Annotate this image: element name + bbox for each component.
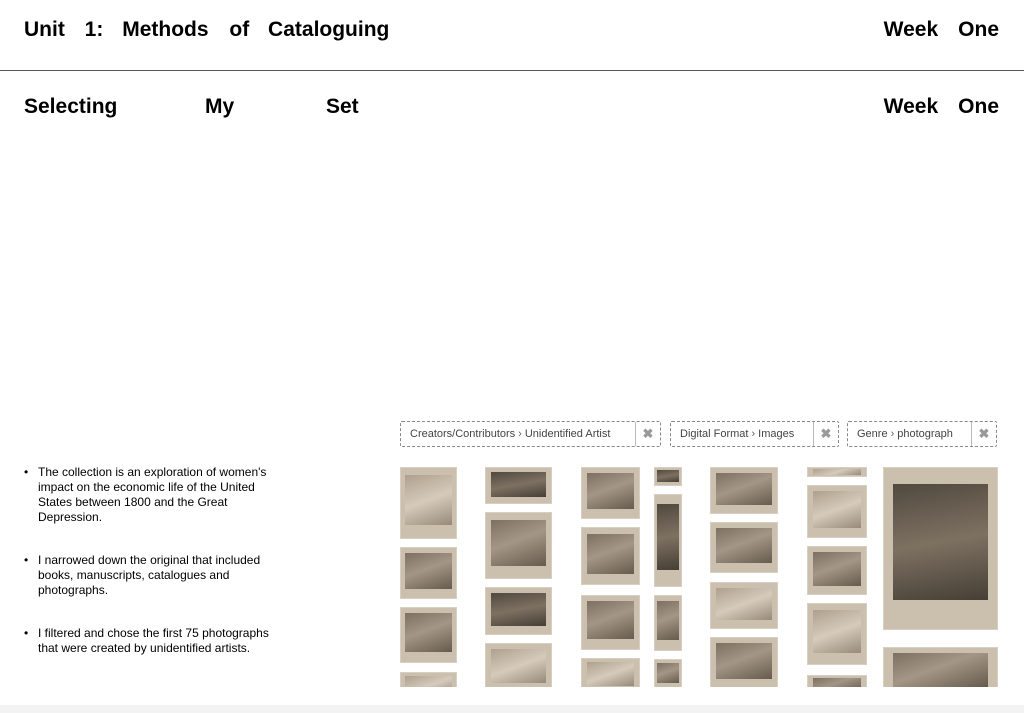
week-number-word: One xyxy=(958,18,999,41)
filter-chip-creators: Creators/Contributors › Unidentified Artis… xyxy=(400,421,661,447)
photo-thumbnail[interactable] xyxy=(581,658,640,687)
photo-thumbnail[interactable] xyxy=(807,675,867,687)
filter-field: Digital Format xyxy=(680,428,749,440)
unit-title-word: of xyxy=(229,18,250,41)
filter-chip-format: Digital Format › Images ✖ xyxy=(670,421,839,447)
photo-thumbnail[interactable] xyxy=(807,603,867,665)
close-icon[interactable]: ✖ xyxy=(971,422,996,446)
section-week-label: Week One xyxy=(884,95,999,119)
photo-thumbnail[interactable] xyxy=(581,595,640,650)
note-item: The collection is an exploration of wome… xyxy=(24,465,274,525)
photo-thumbnail[interactable] xyxy=(485,467,552,504)
unit-title-word: Cataloguing xyxy=(268,18,390,41)
chevron-right-icon: › xyxy=(518,428,522,440)
filter-chip-label: Genre › photograph xyxy=(848,428,961,440)
note-item: I narrowed down the original that includ… xyxy=(24,553,274,598)
photo-thumbnail[interactable] xyxy=(654,494,682,587)
photo-thumbnail[interactable] xyxy=(485,512,552,579)
filter-value: photograph xyxy=(897,428,953,440)
photo-thumbnail[interactable] xyxy=(807,546,867,595)
filter-field: Creators/Contributors xyxy=(410,428,516,440)
photo-thumbnail[interactable] xyxy=(654,595,682,651)
close-icon[interactable]: ✖ xyxy=(635,422,660,446)
filter-chip-genre: Genre › photograph ✖ xyxy=(847,421,997,447)
chevron-right-icon: › xyxy=(890,428,895,440)
filter-chip-label: Digital Format › Images xyxy=(671,428,802,440)
week-number-word: One xyxy=(958,95,999,118)
photo-thumbnail[interactable] xyxy=(807,485,867,538)
photo-thumbnail[interactable] xyxy=(400,607,457,663)
photo-thumbnail[interactable] xyxy=(807,467,867,477)
week-word: Week xyxy=(883,95,939,118)
filter-chip-label: Creators/Contributors › Unidentified Artis… xyxy=(401,428,618,440)
photo-thumbnail[interactable] xyxy=(883,467,998,630)
section-title-word: My xyxy=(205,95,235,118)
unit-title-word: Methods xyxy=(122,18,209,41)
filter-field: Genre xyxy=(857,428,888,440)
filter-value: Unidentified Artist xyxy=(524,428,611,440)
photo-thumbnail[interactable] xyxy=(883,647,998,687)
section-title-word: Set xyxy=(326,95,359,118)
photo-thumbnail[interactable] xyxy=(710,467,778,514)
unit-title-word: Unit xyxy=(24,18,65,41)
photo-thumbnail[interactable] xyxy=(581,467,640,519)
photo-results-grid xyxy=(400,467,998,687)
note-item: I filtered and chose the first 75 photog… xyxy=(24,626,274,656)
photo-thumbnail[interactable] xyxy=(485,643,552,687)
header-week-label: Week One xyxy=(884,18,999,42)
section-title-word: Selecting xyxy=(24,95,118,118)
page-footer-bar xyxy=(0,705,1024,713)
week-word: Week xyxy=(883,18,939,41)
photo-thumbnail[interactable] xyxy=(485,587,552,635)
photo-thumbnail[interactable] xyxy=(400,672,457,687)
photo-thumbnail[interactable] xyxy=(400,547,457,599)
notes-list: The collection is an exploration of wome… xyxy=(24,465,274,656)
unit-title-word: 1: xyxy=(84,18,104,41)
unit-title: Unit 1: Methods of Cataloguing xyxy=(24,18,389,42)
photo-thumbnail[interactable] xyxy=(654,467,682,486)
photo-thumbnail[interactable] xyxy=(400,467,457,539)
photo-thumbnail[interactable] xyxy=(581,527,640,585)
photo-thumbnail[interactable] xyxy=(654,659,682,687)
close-icon[interactable]: ✖ xyxy=(813,422,838,446)
photo-thumbnail[interactable] xyxy=(710,582,778,629)
photo-thumbnail[interactable] xyxy=(710,522,778,573)
photo-thumbnail[interactable] xyxy=(710,637,778,687)
filter-value: Images xyxy=(758,428,795,440)
page-header: Unit 1: Methods of Cataloguing Week One xyxy=(0,0,1024,71)
chevron-right-icon: › xyxy=(751,428,756,440)
